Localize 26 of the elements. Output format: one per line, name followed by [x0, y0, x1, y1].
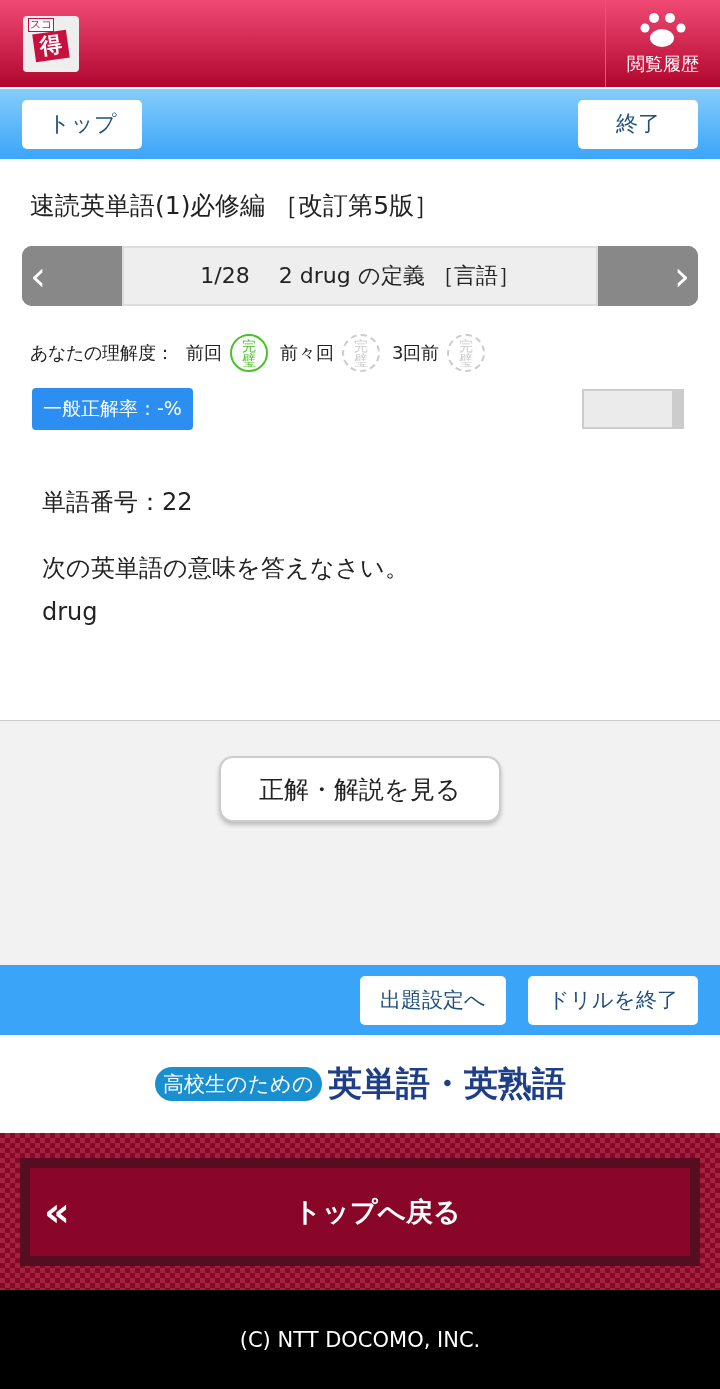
end-button[interactable]: 終了: [578, 99, 698, 149]
stamp: 完璧: [230, 334, 268, 372]
book-title: 速読英単語(1)必修編 ［改訂第5版］: [30, 190, 441, 222]
copyright-text: (C) NTT DOCOMO, INC.: [239, 1327, 481, 1352]
back-to-top-button[interactable]: « トップへ戻る: [20, 1157, 700, 1266]
banner-tag: 高校生のための: [154, 1067, 322, 1101]
end-drill-button[interactable]: ドリルを終了: [528, 975, 698, 1025]
section-label: 1/28 2 drug の定義 ［言語］: [122, 246, 598, 306]
understanding-label: あなたの理解度：: [30, 341, 174, 365]
history-label: 前回: [186, 341, 222, 365]
question-word: drug: [42, 598, 99, 626]
toggle-switch[interactable]: [582, 389, 684, 429]
banner-title: 英単語・英熟語: [327, 1062, 566, 1105]
word-number: 単語番号：22: [42, 487, 194, 518]
logo-tag: スコ: [28, 18, 54, 32]
app-logo[interactable]: スコ 得: [23, 16, 79, 72]
history-button[interactable]: 閲覧履歴: [605, 0, 720, 87]
accuracy-badge: 一般正解率：-%: [32, 388, 193, 430]
show-answer-button[interactable]: 正解・解説を見る: [219, 756, 501, 822]
history-label: 3回前: [392, 341, 440, 365]
question-text: 次の英単語の意味を答えなさい。: [42, 553, 410, 584]
history-label: 前々回: [280, 341, 334, 365]
top-button[interactable]: トップ: [22, 99, 142, 149]
paw-icon: [640, 11, 686, 48]
logo-text: 得: [32, 29, 70, 63]
settings-button[interactable]: 出題設定へ: [360, 975, 506, 1025]
